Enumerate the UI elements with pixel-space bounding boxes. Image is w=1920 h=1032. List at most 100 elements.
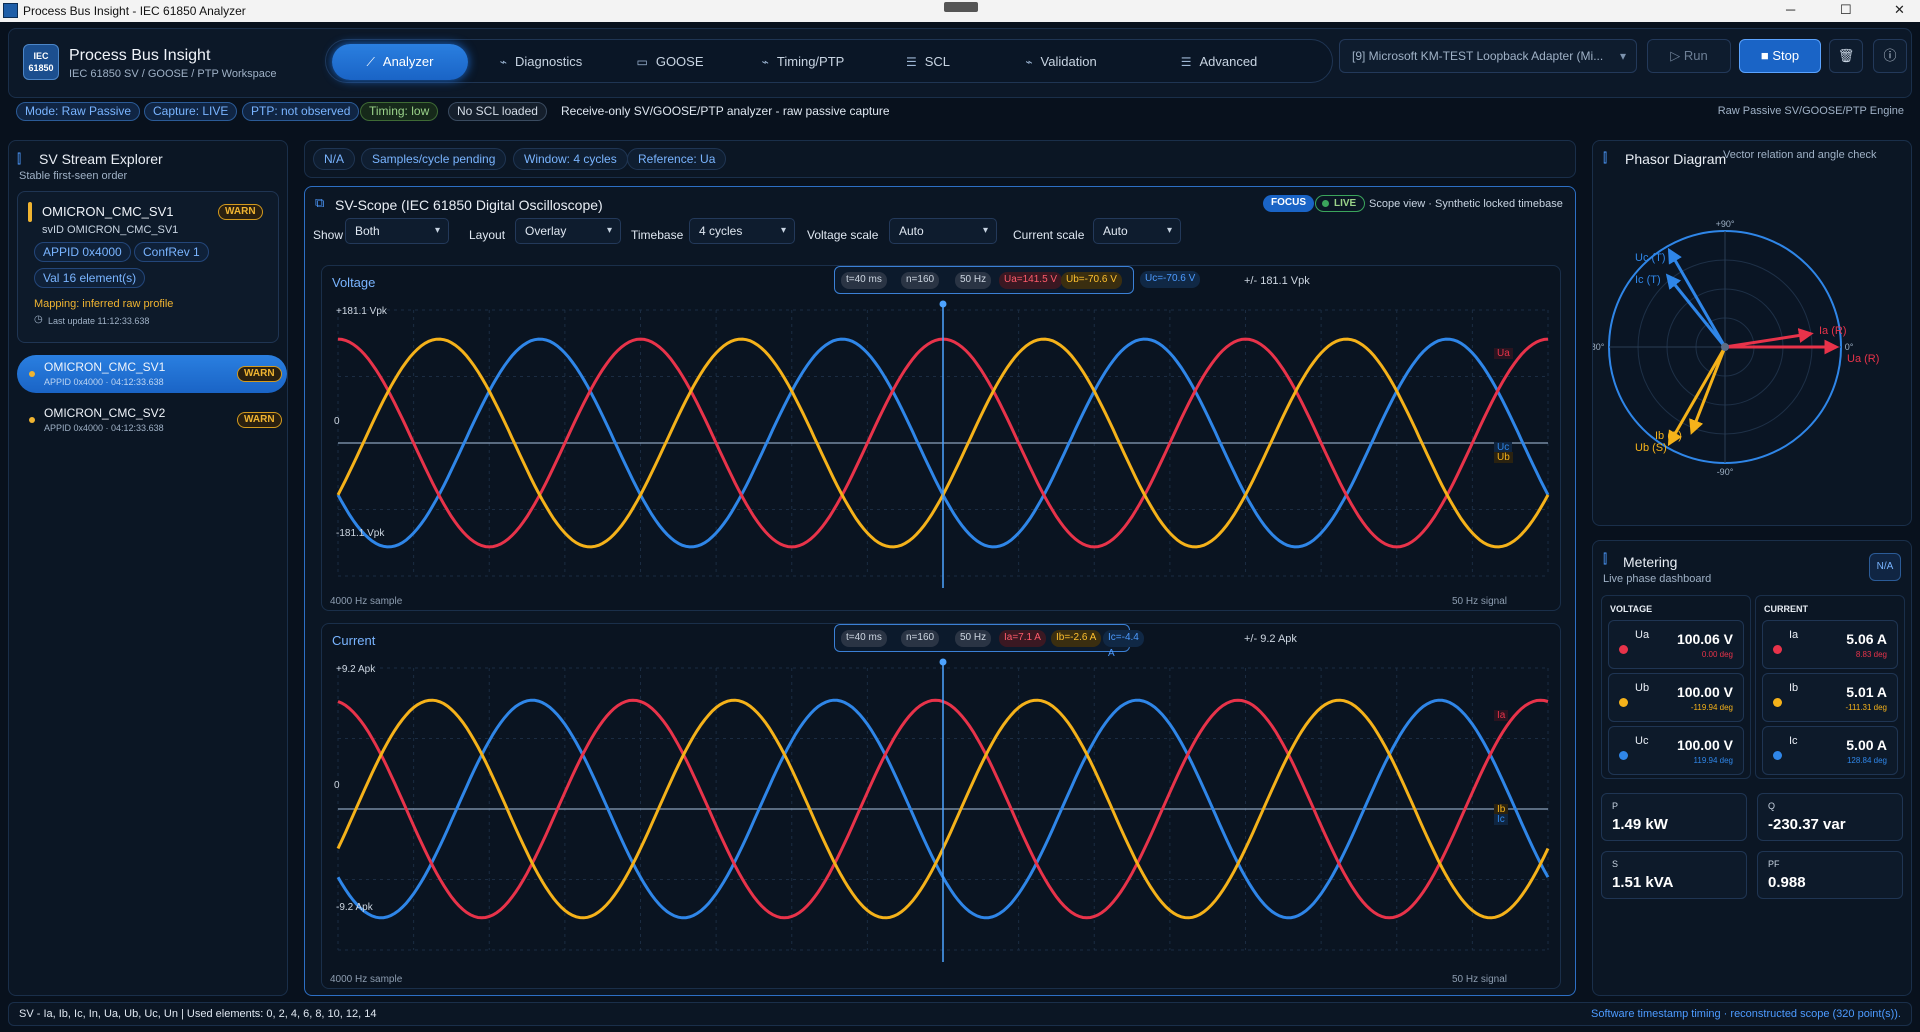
clear-button[interactable]: 🗑 (1829, 39, 1863, 73)
tab-advanced[interactable]: ☰ Advanced (1144, 44, 1294, 80)
voltage-plot-title: Voltage (332, 275, 376, 290)
meter-q: Q -230.37 var (1757, 793, 1903, 841)
current-cursor-handle (939, 658, 947, 666)
legend-ua: Ua=141.5 V (999, 272, 1063, 289)
na-chip: N/A (313, 148, 356, 170)
val-tag: Val 16 element(s) (34, 268, 146, 288)
chevron-down-icon: ▾ (1166, 225, 1172, 236)
tab-diagnostics[interactable]: ⌁ Diagnostics (476, 44, 606, 80)
current-plot-title: Current (332, 633, 376, 648)
mapping-text: Mapping: inferred raw profile (34, 298, 174, 310)
layout-select[interactable]: Overlay ▾ (515, 218, 621, 244)
window-title: Process Bus Insight - IEC 61850 Analyzer (23, 4, 246, 18)
phasor-label-ia: Ia (R) (1819, 325, 1847, 337)
window-titlebar: Process Bus Insight - IEC 61850 Analyzer… (0, 0, 1920, 22)
play-icon: ▷ (1670, 48, 1681, 63)
legend-ia: Ia=7.1 A (999, 630, 1046, 647)
voltage-peak: +/- 181.1 Vpk (1244, 275, 1310, 287)
phasor-label-ib: Ib (S) (1655, 430, 1682, 442)
voltage-plot: Voltage t=40 ms n=160 50 Hz Ua=141.5 V U… (321, 265, 1561, 611)
minimize-button[interactable]: ─ (1786, 2, 1795, 17)
current-ymax: +9.2 Apk (336, 664, 376, 675)
legend-freq: 50 Hz (955, 272, 992, 289)
maximize-button[interactable]: ☐ (1840, 2, 1852, 18)
phasor-origin (1721, 343, 1729, 351)
meter-ua: Ua 100.06 V 0.00 deg (1608, 620, 1744, 669)
tab-goose[interactable]: ▭ GOOSE (610, 44, 730, 80)
pulse-icon: ⌁ (1025, 55, 1033, 69)
sv-scope-panel: ⧉ SV-Scope (IEC 61850 Digital Oscillosco… (304, 186, 1576, 996)
phasor-label-bottom: -90° (1717, 467, 1734, 477)
timebase-label: Timebase (631, 228, 684, 242)
app-logo: IEC 61850 (23, 44, 59, 80)
stream-svid: svID OMICRON_CMC_SV1 (42, 224, 179, 236)
confrev-tag: ConfRev 1 (134, 242, 209, 262)
stream-status-bar (28, 202, 32, 222)
show-label: Show (313, 228, 344, 242)
metering-panel: ⫿ Metering Live phase dashboard N/A VOLT… (1592, 540, 1912, 996)
voltage-ymax: +181.1 Vpk (336, 306, 387, 317)
info-button[interactable]: ⓘ (1873, 39, 1907, 73)
trace-tag-ub: Ub (1494, 452, 1513, 463)
legend-samples: n=160 (901, 630, 940, 647)
voltage-scale-label: Voltage scale (807, 228, 879, 242)
tab-analyzer[interactable]: ⟋ Analyzer (332, 44, 468, 80)
phasor-label-ua: Ua (R) (1847, 353, 1879, 365)
engine-label: Raw Passive SV/GOOSE/PTP Engine (1717, 105, 1904, 117)
chevron-down-icon: ▾ (982, 225, 988, 236)
stream-item-sv2[interactable]: OMICRON_CMC_SV2 APPID 0x4000 · 04:12:33.… (17, 401, 287, 439)
voltage-footer-left: 4000 Hz sample (330, 596, 403, 607)
window-chip: Window: 4 cycles (513, 148, 628, 170)
focus-badge[interactable]: FOCUS (1263, 195, 1314, 212)
timing-badge: Timing: low (360, 102, 439, 121)
bottom-status-bar: SV - Ia, Ib, Ic, In, Ua, Ub, Uc, Un | Us… (8, 1002, 1912, 1026)
phasor-subtitle: Vector relation and angle check (1723, 149, 1877, 161)
tab-scl[interactable]: ☰ SCL (878, 44, 978, 80)
message-icon: ▭ (636, 55, 648, 69)
scl-badge: No SCL loaded (448, 102, 547, 121)
chevron-down-icon: ▾ (606, 225, 612, 236)
adapter-select[interactable]: [9] Microsoft KM-TEST Loopback Adapter (… (1339, 39, 1637, 73)
meter-pf: PF 0.988 (1757, 851, 1903, 899)
live-dot-icon (1322, 200, 1329, 207)
current-waveform-chart (336, 658, 1550, 962)
list-icon: ☰ (1180, 55, 1192, 69)
appid-tag: APPID 0x4000 (34, 242, 131, 262)
voltage-footer-right: 50 Hz signal (1452, 596, 1508, 607)
current-footer-left: 4000 Hz sample (330, 974, 403, 985)
drag-handle[interactable] (944, 2, 978, 12)
meter-ia: Ia 5.06 A 8.83 deg (1762, 620, 1898, 669)
tab-timing-ptp[interactable]: ⌁ Timing/PTP (734, 44, 872, 80)
scope-view-text: Scope view · Synthetic locked timebase (1369, 198, 1563, 210)
explorer-subtitle: Stable first-seen order (19, 170, 128, 182)
stop-icon: ■ (1760, 48, 1769, 63)
show-select[interactable]: Both ▾ (345, 218, 449, 244)
tab-validation[interactable]: ⌁ Validation (986, 44, 1136, 80)
current-header: CURRENT (1764, 604, 1808, 614)
meter-ub: Ub 100.00 V -119.94 deg (1608, 673, 1744, 722)
current-plot: Current t=40 ms n=160 50 Hz Ia=7.1 A Ib=… (321, 623, 1561, 989)
meter-ib: Ib 5.01 A -111.31 deg (1762, 673, 1898, 722)
chevron-down-icon: ▾ (434, 225, 440, 236)
timebase-select[interactable]: 4 cycles ▾ (689, 218, 795, 244)
scope-icon: ⧉ (315, 195, 325, 210)
list-icon: ☰ (905, 55, 917, 69)
run-button[interactable]: ▷ Run (1647, 39, 1731, 73)
mode-badge: Mode: Raw Passive (16, 102, 141, 121)
phasor-label-top: +90° (1716, 219, 1735, 229)
metering-subtitle: Live phase dashboard (1603, 573, 1712, 585)
phasor-label-ic: Ic (T) (1635, 274, 1661, 286)
stream-item-sv1[interactable]: OMICRON_CMC_SV1 APPID 0x4000 · 04:12:33.… (17, 355, 287, 393)
close-window-button[interactable]: ✕ (1894, 2, 1905, 18)
current-group: CURRENT Ia 5.06 A 8.83 deg Ib 5.01 A -111.31… (1755, 595, 1905, 779)
stream-detail-card[interactable]: OMICRON_CMC_SV1 WARN svID OMICRON_CMC_SV… (17, 191, 279, 343)
meter-p: P 1.49 kW (1601, 793, 1747, 841)
explorer-icon: ⫿ (17, 151, 22, 166)
timing-info-text: Software timestamp timing · reconstructe… (1591, 1008, 1901, 1020)
voltage-legend: t=40 ms n=160 50 Hz Ua=141.5 V Ub=-70.6 … (834, 266, 1134, 294)
current-scale-select[interactable]: Auto ▾ (1093, 218, 1181, 244)
voltage-scale-select[interactable]: Auto ▾ (889, 218, 997, 244)
app-subtitle: IEC 61850 SV / GOOSE / PTP Workspace (69, 68, 277, 80)
element-mapping-text: SV - Ia, Ib, Ic, In, Ua, Ub, Uc, Un | Us… (19, 1008, 377, 1020)
stop-button[interactable]: ■ Stop (1739, 39, 1821, 73)
